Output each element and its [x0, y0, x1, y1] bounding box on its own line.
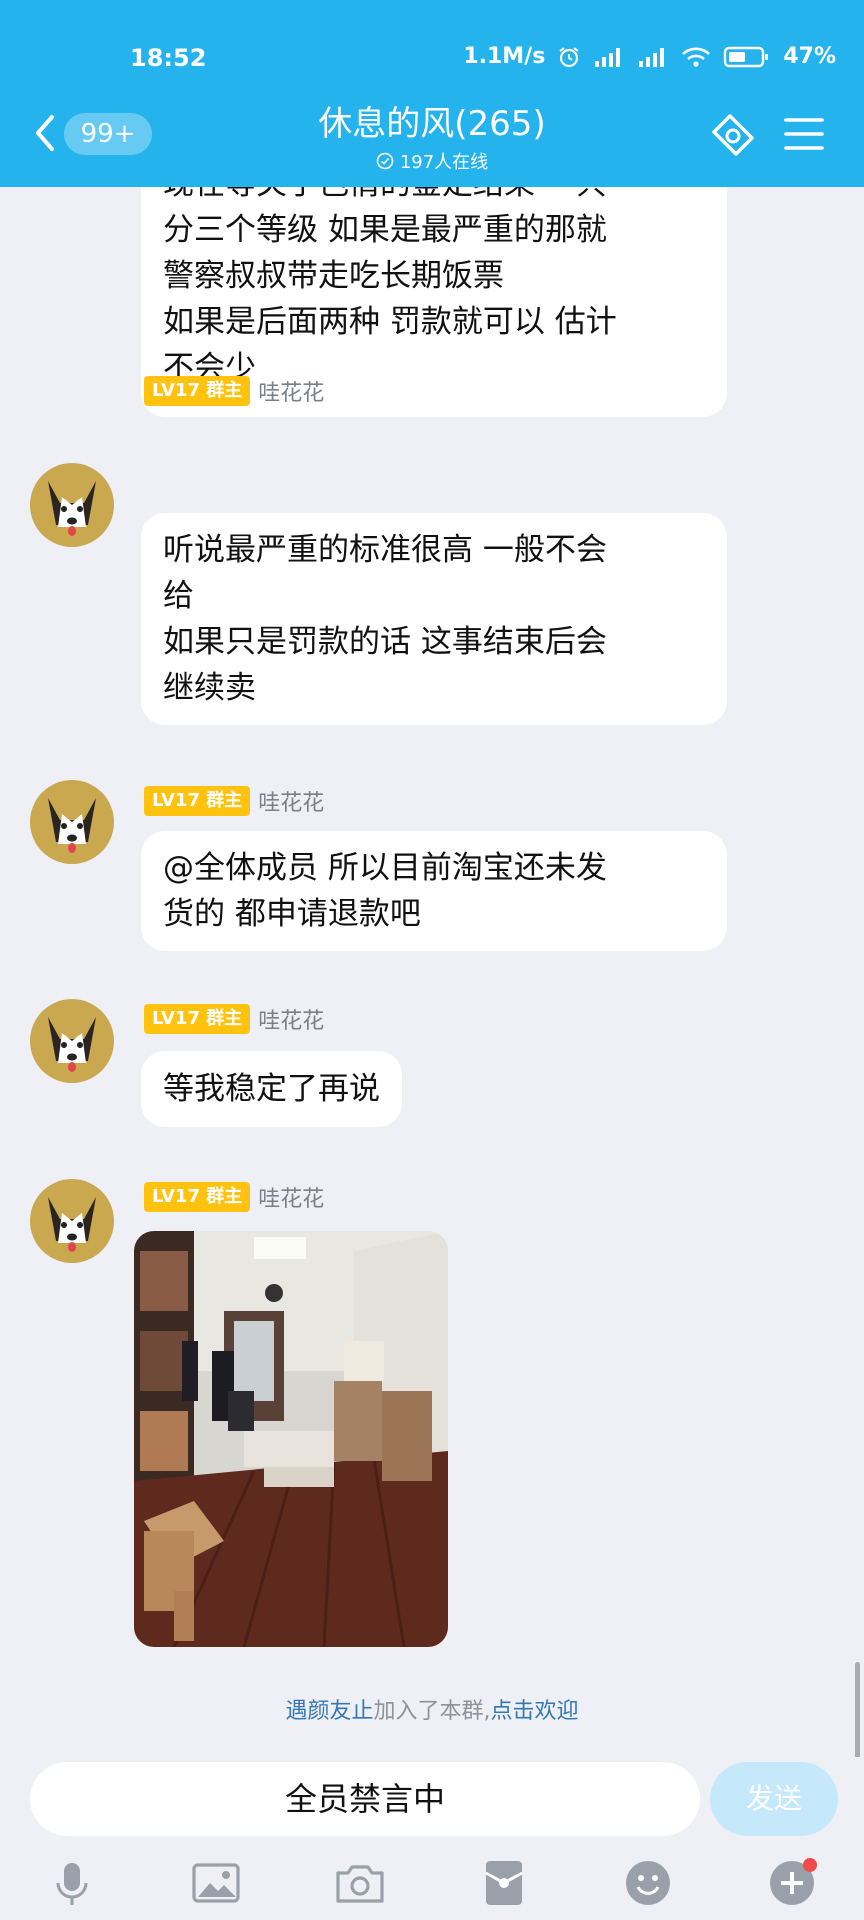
welcome-link[interactable]: 点击欢迎 [491, 1699, 579, 1724]
system-join-notice: 遇颜友止加入了本群,点击欢迎 [0, 1693, 864, 1725]
message-input[interactable]: 全员禁言中 [30, 1762, 700, 1836]
input-bar: 全员禁言中 发送 [0, 1757, 864, 1847]
sender-name[interactable]: 哇花花 [258, 375, 324, 407]
level-badge: LV17 群主 [144, 376, 251, 406]
battery-icon [724, 46, 769, 67]
plus-icon[interactable] [766, 1857, 818, 1909]
battery-level: 47% [783, 44, 836, 69]
red-packet-icon[interactable] [478, 1857, 530, 1909]
message-line: 等我稳定了再说 [163, 1071, 380, 1107]
chat-header: 18:52 1.1M/s 47% 99+ 休息的风(265) 197人在线 [0, 0, 864, 187]
hamburger-menu-icon[interactable] [784, 116, 824, 152]
status-indicators: 1.1M/s 47% [463, 44, 836, 69]
net-speed: 1.1M/s [463, 44, 546, 69]
joined-member-name[interactable]: 遇颜友止 [285, 1699, 373, 1724]
status-time: 18:52 [130, 44, 207, 72]
level-badge: LV17 群主 [144, 1182, 251, 1212]
avatar[interactable] [30, 463, 114, 547]
join-text: 加入了本群, [373, 1699, 491, 1724]
avatar[interactable] [30, 1179, 114, 1263]
message-line: 听说最严重的标准很高 一般不会 [163, 532, 607, 568]
signal-icon [595, 47, 621, 67]
wifi-icon [682, 47, 711, 67]
dog-avatar-icon [30, 1179, 114, 1263]
camera-icon[interactable] [334, 1857, 386, 1909]
input-toolbar [0, 1847, 864, 1920]
alarm-icon [559, 46, 579, 67]
message-line: 继续卖 [163, 670, 256, 706]
status-bar: 18:52 1.1M/s 47% [0, 0, 864, 90]
message-line: 警察叔叔带走吃长期饭票 [163, 258, 504, 294]
message-bubble[interactable]: 等我稳定了再说 [141, 1051, 402, 1127]
sender-line: LV17 群主 哇花花 [144, 1181, 324, 1213]
image-icon[interactable] [190, 1857, 242, 1909]
message-line: 如果是后面两种 罚款就可以 估计 [163, 304, 617, 340]
avatar[interactable] [30, 999, 114, 1083]
message-line: 给 [163, 578, 194, 614]
message-line: 如果只是罚款的话 这事结束后会 [163, 624, 607, 660]
dog-avatar-icon [30, 999, 114, 1083]
sender-name[interactable]: 哇花花 [258, 1003, 324, 1035]
message-bubble[interactable]: @全体成员 所以目前淘宝还未发 货的 都申请退款吧 [141, 831, 727, 951]
message-line: 分三个等级 如果是最严重的那就 [163, 212, 607, 248]
sender-line: LV17 群主 哇花花 [144, 1003, 324, 1035]
sender-line: LV17 群主 哇花花 [144, 375, 324, 407]
level-badge: LV17 群主 [144, 1004, 251, 1034]
chat-message-list[interactable]: 现在等关于色情的鉴定结果 一共 分三个等级 如果是最严重的那就 警察叔叔带走吃长… [0, 187, 864, 1757]
signal-icon-2 [639, 47, 665, 67]
sender-line: LV17 群主 哇花花 [144, 785, 324, 817]
sender-name[interactable]: 哇花花 [258, 785, 324, 817]
dog-avatar-icon [30, 780, 114, 864]
ticket-icon[interactable] [708, 112, 758, 156]
message-line: 货的 都申请退款吧 [163, 896, 421, 932]
avatar[interactable] [30, 780, 114, 864]
message-line: @全体成员 所以目前淘宝还未发 [163, 850, 607, 886]
dog-avatar-icon [30, 463, 114, 547]
scrollbar[interactable] [855, 1662, 860, 1757]
microphone-icon[interactable] [46, 1857, 98, 1909]
emoji-icon[interactable] [622, 1857, 674, 1909]
photo-message[interactable] [134, 1231, 448, 1647]
send-button[interactable]: 发送 [710, 1762, 838, 1836]
check-circle-icon [376, 152, 394, 170]
level-badge: LV17 群主 [144, 786, 251, 816]
sender-name[interactable]: 哇花花 [258, 1181, 324, 1213]
message-line: 现在等关于色情的鉴定结果 一共 [163, 187, 705, 207]
room-photo-image [134, 1231, 448, 1647]
online-count-text: 197人在线 [399, 152, 489, 173]
message-bubble[interactable]: 听说最严重的标准很高 一般不会 给 如果只是罚款的话 这事结束后会 继续卖 [141, 513, 727, 725]
